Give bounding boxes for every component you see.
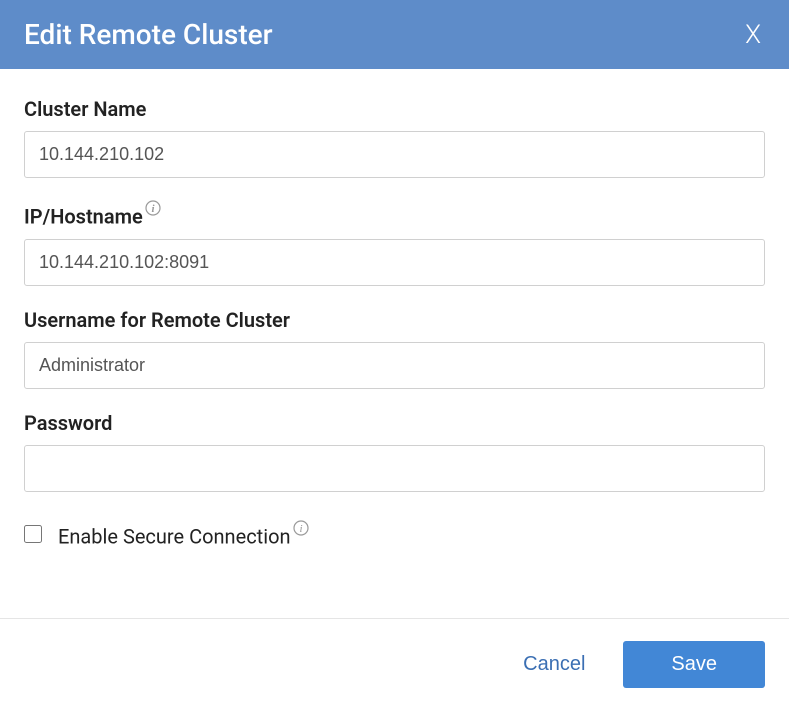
info-icon[interactable]: i — [145, 200, 161, 216]
dialog-header: Edit Remote Cluster X — [0, 0, 789, 69]
ip-hostname-label: IP/Hostname i — [24, 200, 765, 229]
cluster-name-input[interactable] — [24, 131, 765, 178]
svg-text:i: i — [299, 523, 302, 535]
password-group: Password — [24, 411, 765, 492]
svg-text:i: i — [151, 203, 155, 215]
save-button[interactable]: Save — [623, 641, 765, 688]
password-input[interactable] — [24, 445, 765, 492]
ip-hostname-input[interactable] — [24, 239, 765, 286]
cluster-name-label: Cluster Name — [24, 97, 765, 121]
username-group: Username for Remote Cluster — [24, 308, 765, 389]
info-icon[interactable]: i — [293, 520, 309, 536]
dialog-body: Cluster Name IP/Hostname i Username for R… — [0, 69, 789, 570]
cancel-button[interactable]: Cancel — [515, 643, 593, 686]
username-input[interactable] — [24, 342, 765, 389]
ip-hostname-group: IP/Hostname i — [24, 200, 765, 286]
close-button[interactable]: X — [741, 20, 765, 50]
dialog-footer: Cancel Save — [0, 618, 789, 710]
dialog-title: Edit Remote Cluster — [24, 18, 273, 51]
secure-connection-checkbox[interactable] — [24, 525, 42, 543]
password-label: Password — [24, 411, 765, 435]
username-label: Username for Remote Cluster — [24, 308, 765, 332]
cluster-name-group: Cluster Name — [24, 97, 765, 178]
secure-connection-label-text: Enable Secure Connection — [58, 524, 291, 548]
secure-connection-row: Enable Secure Connection i — [24, 520, 765, 549]
ip-hostname-label-text: IP/Hostname — [24, 205, 143, 229]
edit-remote-cluster-dialog: Edit Remote Cluster X Cluster Name IP/Ho… — [0, 0, 789, 710]
secure-connection-label[interactable]: Enable Secure Connection i — [58, 520, 309, 549]
